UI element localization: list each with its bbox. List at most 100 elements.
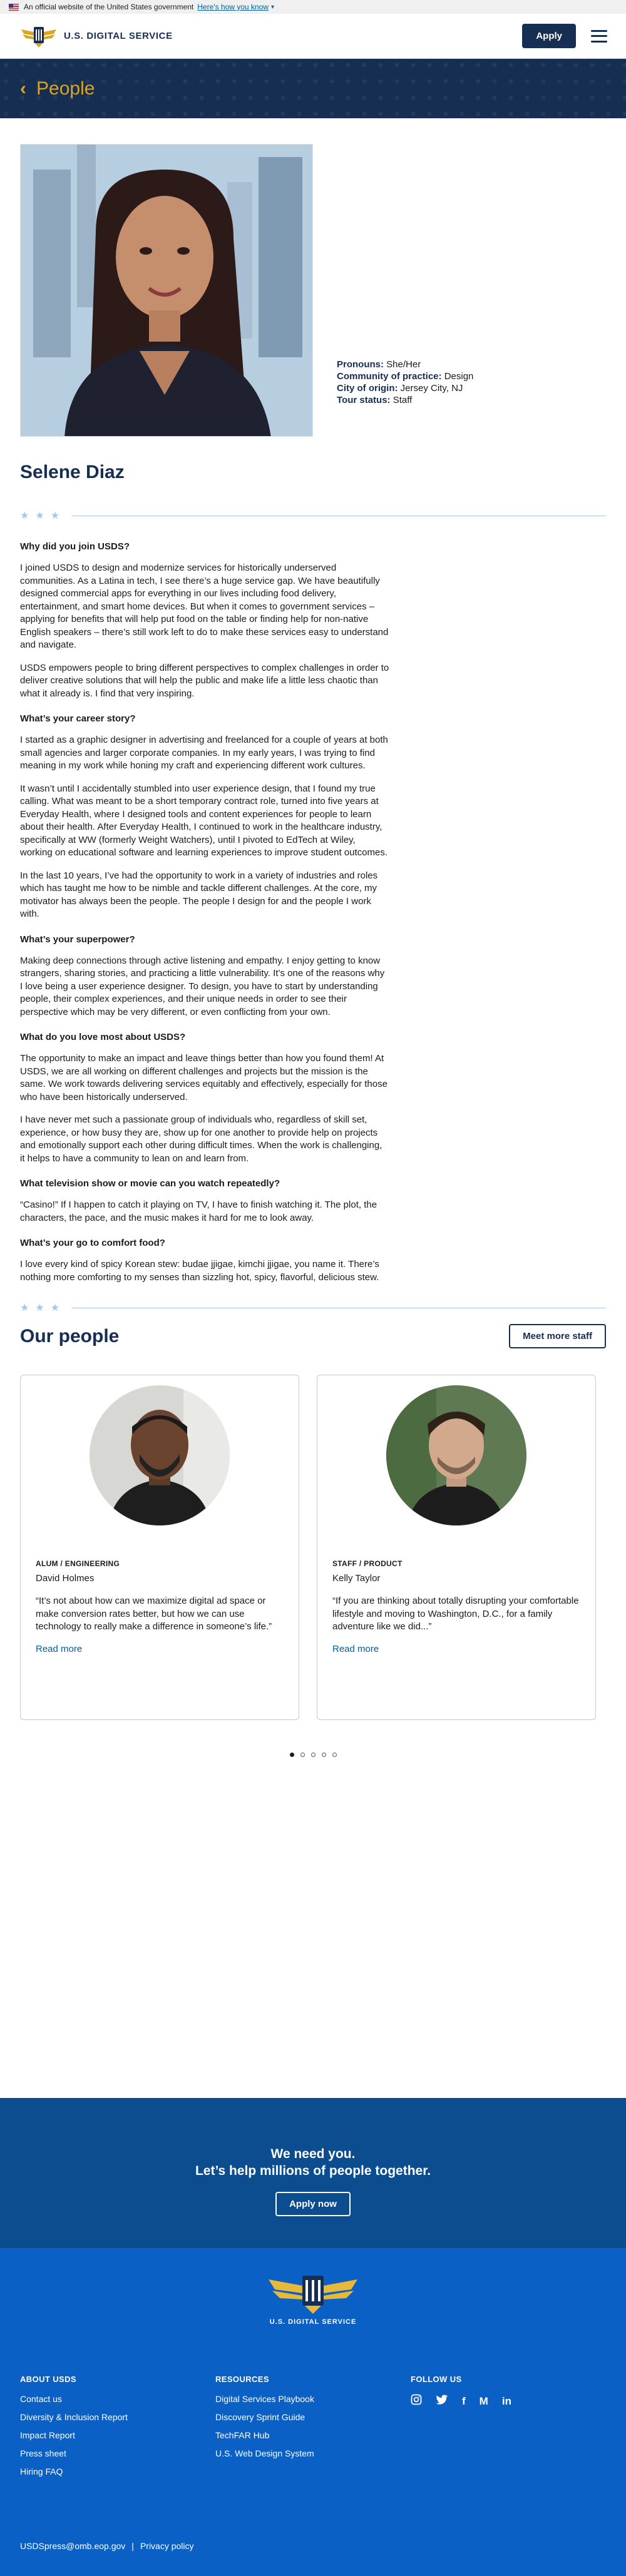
footer-logo[interactable]: U.S. DIGITAL SERVICE bbox=[263, 2273, 363, 2326]
footer-link-uswds[interactable]: U.S. Web Design System bbox=[215, 2448, 314, 2458]
profile-meta: Pronouns: She/Her Community of practice:… bbox=[337, 359, 473, 406]
person-quote: “If you are thinking about totally disru… bbox=[332, 1596, 579, 1632]
footer-link-hiring-faq[interactable]: Hiring FAQ bbox=[20, 2467, 128, 2477]
question: What’s your career story? bbox=[20, 713, 136, 724]
gov-banner-text: An official website of the United States… bbox=[24, 3, 194, 11]
footer-about-column: ABOUT USDS Contact us Diversity & Inclus… bbox=[20, 2375, 128, 2485]
star-icon: ★ bbox=[35, 1303, 44, 1313]
star-icon: ★ bbox=[20, 511, 29, 521]
answer: In the last 10 years, I’ve had the oppor… bbox=[20, 870, 378, 920]
footer-separator: | bbox=[131, 2541, 134, 2551]
footer-about-title: ABOUT USDS bbox=[20, 2375, 76, 2384]
footer-link-techfar[interactable]: TechFAR Hub bbox=[215, 2430, 314, 2440]
person-name: Kelly Taylor bbox=[332, 1573, 381, 1584]
answer: It wasn’t until I accidentally stumbled … bbox=[20, 783, 388, 858]
meet-more-staff-button[interactable]: Meet more staff bbox=[509, 1324, 606, 1348]
carousel-dot[interactable] bbox=[321, 1753, 326, 1757]
carousel-dot[interactable] bbox=[332, 1753, 337, 1757]
instagram-icon[interactable] bbox=[411, 2394, 422, 2408]
stars-divider: ★ ★ ★ bbox=[20, 509, 606, 522]
eagle-logo-icon bbox=[269, 2276, 357, 2314]
star-icon: ★ bbox=[35, 511, 44, 521]
stars-divider: ★ ★ ★ bbox=[20, 1301, 606, 1314]
carousel-dot[interactable] bbox=[300, 1753, 305, 1757]
answer: The opportunity to make an impact and le… bbox=[20, 1053, 387, 1102]
answer: USDS empowers people to bring different … bbox=[20, 662, 389, 699]
footer-follow-title: FOLLOW US bbox=[411, 2375, 462, 2384]
footer-link-press[interactable]: Press sheet bbox=[20, 2448, 128, 2458]
footer-link-sprint-guide[interactable]: Discovery Sprint Guide bbox=[215, 2412, 314, 2422]
answer: I started as a graphic designer in adver… bbox=[20, 735, 388, 771]
footer-link-contact[interactable]: Contact us bbox=[20, 2394, 128, 2404]
heres-how-you-know-link[interactable]: Here's how you know bbox=[197, 3, 269, 11]
carousel-dots bbox=[20, 1753, 606, 1757]
footer-follow-column: FOLLOW US f M in bbox=[411, 2375, 511, 2408]
facebook-icon[interactable]: f bbox=[462, 2395, 466, 2408]
back-chevron-icon[interactable]: ‹ bbox=[20, 78, 26, 99]
page-hero: ‹ People bbox=[0, 59, 626, 118]
cta-heading-line1: We need you. bbox=[270, 2147, 356, 2161]
person-name: David Holmes bbox=[36, 1573, 95, 1584]
people-carousel: ALUM / ENGINEERING David Holmes “It’s no… bbox=[20, 1375, 606, 1720]
twitter-icon[interactable] bbox=[436, 2395, 448, 2408]
meta-pronouns: Pronouns: She/Her bbox=[337, 359, 421, 370]
person-photo bbox=[386, 1385, 526, 1525]
site-footer: U.S. DIGITAL SERVICE ABOUT USDS Contact … bbox=[0, 2248, 626, 2576]
cta-heading-line2: Let’s help millions of people together. bbox=[195, 2164, 431, 2178]
privacy-policy-link[interactable]: Privacy policy bbox=[140, 2541, 194, 2551]
site-header: U.S. DIGITAL SERVICE Apply bbox=[0, 14, 626, 59]
person-photo bbox=[90, 1385, 230, 1525]
hamburger-menu-icon[interactable] bbox=[591, 29, 607, 43]
person-card[interactable]: STAFF / PRODUCT Kelly Taylor “If you are… bbox=[317, 1375, 596, 1720]
apply-now-button[interactable]: Apply now bbox=[275, 2192, 351, 2216]
gov-banner: An official website of the United States… bbox=[0, 0, 626, 14]
medium-icon[interactable]: M bbox=[480, 2395, 488, 2408]
page-title[interactable]: People bbox=[36, 78, 95, 99]
profile-portrait bbox=[20, 144, 313, 437]
person-name: Selene Diaz bbox=[20, 462, 125, 482]
press-email-link[interactable]: USDSpress@omb.eop.gov bbox=[20, 2541, 125, 2551]
profile-main: Pronouns: She/Her Community of practice:… bbox=[0, 118, 626, 1757]
question: What’s your go to comfort food? bbox=[20, 1238, 165, 1248]
star-icon: ★ bbox=[50, 1303, 60, 1313]
footer-resources-title: RESOURCES bbox=[215, 2375, 269, 2384]
chevron-down-icon[interactable]: ▾ bbox=[271, 4, 274, 11]
footer-link-impact[interactable]: Impact Report bbox=[20, 2430, 128, 2440]
answer: I have never met such a passionate group… bbox=[20, 1114, 382, 1164]
apply-cta: We need you. Let’s help millions of peop… bbox=[0, 2098, 626, 2248]
eagle-logo-icon bbox=[21, 26, 56, 48]
person-role: STAFF / PRODUCT bbox=[332, 1559, 403, 1568]
carousel-dot[interactable] bbox=[310, 1753, 316, 1757]
question: What do you love most about USDS? bbox=[20, 1032, 186, 1042]
star-icon: ★ bbox=[50, 511, 60, 521]
meta-tour-status: Tour status: Staff bbox=[337, 395, 413, 405]
us-flag-icon bbox=[9, 3, 19, 11]
logo-text: U.S. DIGITAL SERVICE bbox=[64, 31, 173, 41]
carousel-dot[interactable] bbox=[289, 1753, 294, 1757]
person-quote: “It’s not about how can we maximize digi… bbox=[36, 1596, 272, 1632]
read-more-link[interactable]: Read more bbox=[36, 1644, 82, 1654]
answer: I joined USDS to design and modernize se… bbox=[20, 563, 389, 650]
footer-link-playbook[interactable]: Digital Services Playbook bbox=[215, 2394, 314, 2404]
usds-logo[interactable]: U.S. DIGITAL SERVICE bbox=[20, 24, 173, 48]
read-more-link[interactable]: Read more bbox=[332, 1644, 379, 1654]
question: What television show or movie can you wa… bbox=[20, 1178, 280, 1189]
linkedin-icon[interactable]: in bbox=[502, 2395, 511, 2408]
footer-logo-text: U.S. DIGITAL SERVICE bbox=[269, 2318, 357, 2326]
footer-resources-column: RESOURCES Digital Services Playbook Disc… bbox=[215, 2375, 314, 2467]
question: Why did you join USDS? bbox=[20, 541, 130, 552]
our-people-title: Our people bbox=[20, 1325, 120, 1347]
question: What’s your superpower? bbox=[20, 934, 135, 945]
footer-bottom: USDSpress@omb.eop.gov | Privacy policy bbox=[20, 2541, 194, 2551]
star-icon: ★ bbox=[20, 1303, 29, 1313]
answer: I love every kind of spicy Korean stew: … bbox=[20, 1259, 379, 1283]
our-people-section: Our people Meet more staff ALUM / ENGINE… bbox=[20, 1324, 606, 1757]
footer-link-diversity[interactable]: Diversity & Inclusion Report bbox=[20, 2412, 128, 2422]
answer: Making deep connections through active l… bbox=[20, 955, 385, 1017]
meta-city: City of origin: Jersey City, NJ bbox=[337, 383, 463, 394]
qa-section: Why did you join USDS? I joined USDS to … bbox=[20, 541, 389, 1284]
person-card[interactable]: ALUM / ENGINEERING David Holmes “It’s no… bbox=[20, 1375, 299, 1720]
apply-button[interactable]: Apply bbox=[522, 24, 576, 48]
meta-community: Community of practice: Design bbox=[337, 371, 474, 382]
answer: “Casino!” If I happen to catch it playin… bbox=[20, 1199, 377, 1223]
